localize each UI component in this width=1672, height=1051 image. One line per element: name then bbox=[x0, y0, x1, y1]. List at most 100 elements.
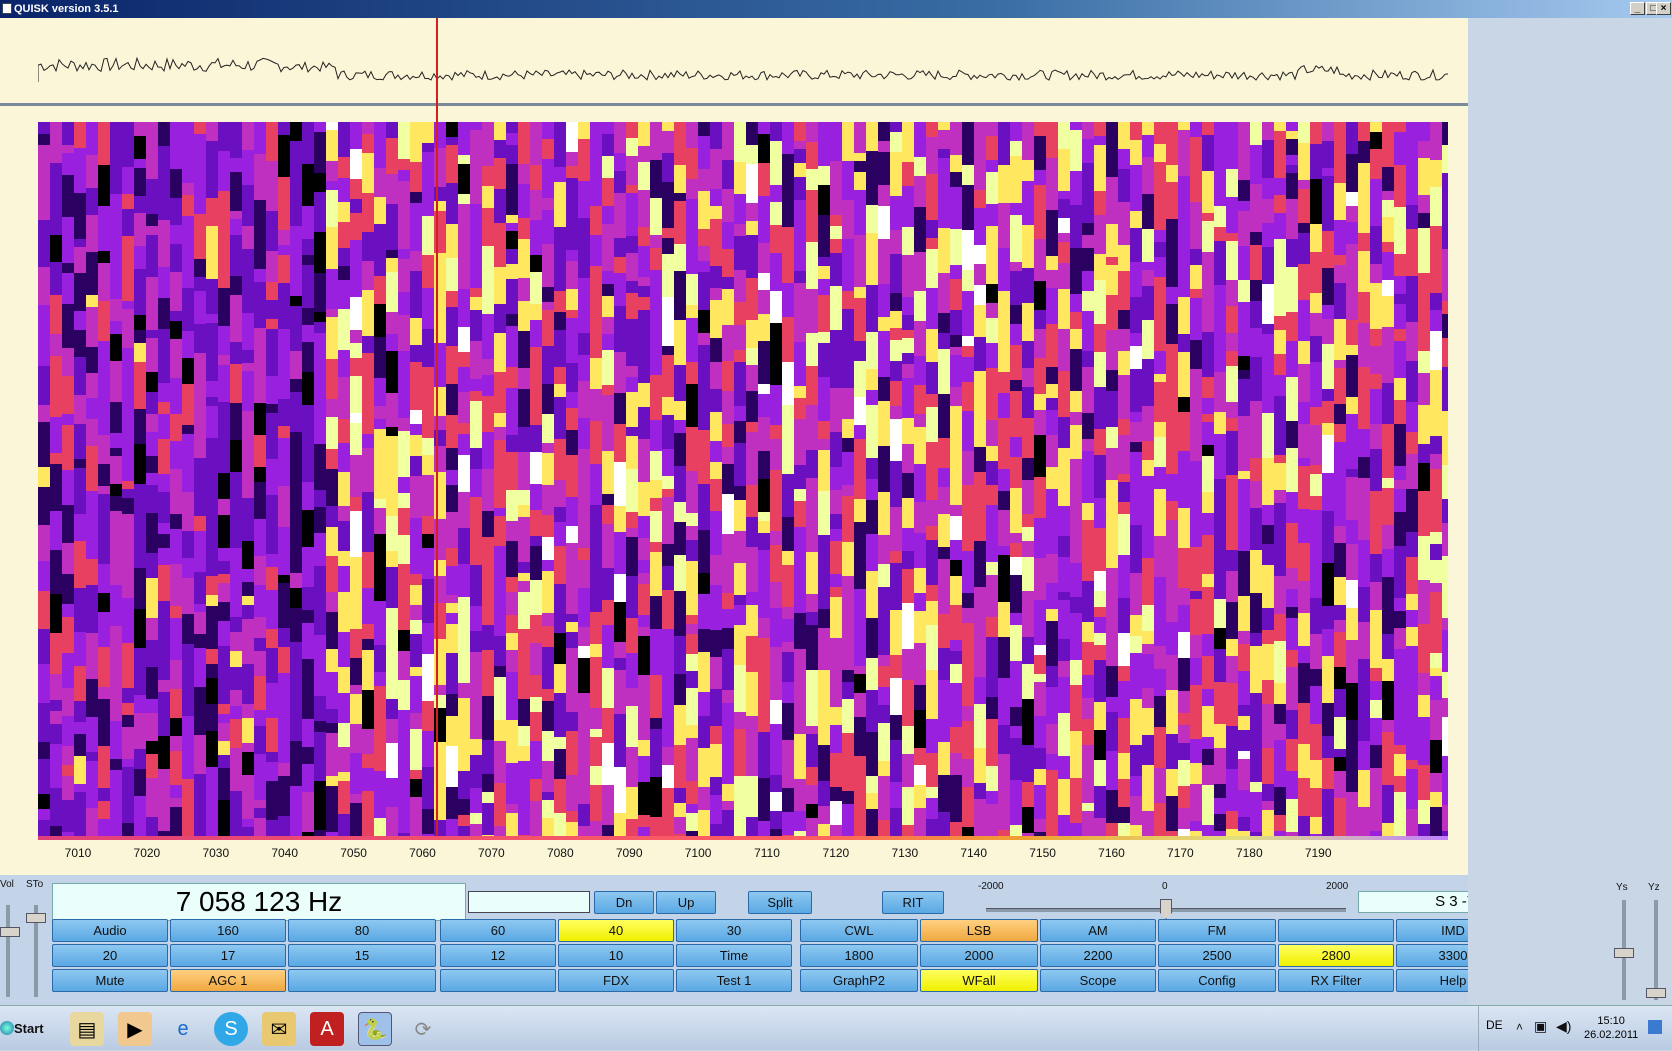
button-agc-1[interactable]: AGC 1 bbox=[170, 969, 286, 992]
button-40[interactable]: 40 bbox=[558, 919, 674, 942]
button-2800[interactable]: 2800 bbox=[1278, 944, 1394, 967]
freq-tick: 7040 bbox=[271, 846, 299, 860]
button-cwl[interactable]: CWL bbox=[800, 919, 918, 942]
start-button[interactable]: Start bbox=[0, 1016, 46, 1042]
button-mute[interactable]: Mute bbox=[52, 969, 168, 992]
spectrum-graph[interactable] bbox=[38, 20, 1448, 102]
rit-slider-thumb[interactable] bbox=[1160, 899, 1172, 919]
button-fm[interactable]: FM bbox=[1158, 919, 1276, 942]
clock-time: 15:10 bbox=[1597, 1015, 1625, 1027]
button-audio[interactable]: Audio bbox=[52, 919, 168, 942]
clock[interactable]: 15:10 26.02.2011 bbox=[1584, 1014, 1638, 1042]
rit-zero-label: 0 bbox=[1162, 881, 1168, 892]
ie-icon[interactable]: e bbox=[166, 1012, 200, 1046]
button-160[interactable]: 160 bbox=[170, 919, 286, 942]
yz-label: Yz bbox=[1648, 882, 1660, 893]
tuning-marker[interactable] bbox=[436, 18, 438, 838]
volume-icon[interactable]: ◀) bbox=[1556, 1018, 1571, 1035]
yz-thumb[interactable] bbox=[1646, 988, 1666, 998]
freq-tick: 7080 bbox=[546, 846, 574, 860]
button-blank-row3-3[interactable] bbox=[440, 969, 556, 992]
waterfall-display[interactable] bbox=[38, 122, 1448, 838]
ys-thumb[interactable] bbox=[1614, 948, 1634, 958]
volume-slider[interactable] bbox=[6, 905, 10, 997]
explorer-icon[interactable]: ▤ bbox=[70, 1012, 104, 1046]
frequency-axis: 7010 7020 7030 7040 7050 7060 7070 7080 7090 7100… bbox=[38, 838, 1448, 866]
python-icon[interactable]: 🐍 bbox=[358, 1012, 392, 1046]
windows-orb-icon bbox=[0, 1021, 14, 1035]
button-17[interactable]: 17 bbox=[170, 944, 286, 967]
spectrum-trace bbox=[38, 56, 1448, 82]
taskbar: Start ▤ ▶ e S ✉ A 🐍 ⟳ DE ˄ ▣ ◀) 15:10 26.… bbox=[0, 1005, 1672, 1051]
freq-tick: 7100 bbox=[684, 846, 712, 860]
freq-tick: 7150 bbox=[1029, 846, 1056, 860]
sidetone-thumb[interactable] bbox=[26, 913, 46, 923]
button-graphp2[interactable]: GraphP2 bbox=[800, 969, 918, 992]
button-rx-filter[interactable]: RX Filter bbox=[1278, 969, 1394, 992]
language-indicator[interactable]: DE bbox=[1486, 1018, 1503, 1032]
freq-tick: 7020 bbox=[133, 846, 161, 860]
app-icon bbox=[2, 3, 12, 14]
freq-tick: 7090 bbox=[615, 846, 643, 860]
button-fdx[interactable]: FDX bbox=[558, 969, 674, 992]
frequency-display: 7 058 123 Hz bbox=[52, 883, 466, 921]
up-button[interactable]: Up bbox=[656, 891, 716, 914]
pdf-reader-icon[interactable]: A bbox=[310, 1012, 344, 1046]
close-button[interactable]: × bbox=[1656, 2, 1671, 15]
tray-expand-icon[interactable]: ˄ bbox=[1516, 1020, 1523, 1034]
freq-tick: 7140 bbox=[960, 846, 988, 860]
freq-tick: 7110 bbox=[754, 846, 780, 860]
mail-icon[interactable]: ✉ bbox=[262, 1012, 296, 1046]
button-80[interactable]: 80 bbox=[288, 919, 436, 942]
app-icon-gray[interactable]: ⟳ bbox=[406, 1012, 440, 1046]
freq-tick: 7190 bbox=[1304, 846, 1332, 860]
rit-button[interactable]: RIT bbox=[882, 891, 944, 914]
rit-max-label: 2000 bbox=[1326, 881, 1349, 892]
freq-tick: 7070 bbox=[478, 846, 505, 860]
button-time[interactable]: Time bbox=[676, 944, 792, 967]
right-pane: Ys Yz bbox=[1468, 18, 1672, 1005]
down-button[interactable]: Dn bbox=[594, 891, 654, 914]
button-blank-row1-10[interactable] bbox=[1278, 919, 1394, 942]
skype-icon[interactable]: S bbox=[214, 1012, 248, 1046]
freq-tick: 7180 bbox=[1235, 846, 1263, 860]
button-60[interactable]: 60 bbox=[440, 919, 556, 942]
button-config[interactable]: Config bbox=[1158, 969, 1276, 992]
button-lsb[interactable]: LSB bbox=[920, 919, 1038, 942]
window-title: QUISK version 3.5.1 bbox=[14, 3, 119, 15]
ys-label: Ys bbox=[1616, 882, 1628, 893]
button-2000[interactable]: 2000 bbox=[920, 944, 1038, 967]
button-15[interactable]: 15 bbox=[288, 944, 436, 967]
control-panel: Vol STo 7 058 123 Hz Dn Up Split RIT -20… bbox=[0, 875, 1604, 1005]
start-label: Start bbox=[14, 1021, 44, 1036]
button-12[interactable]: 12 bbox=[440, 944, 556, 967]
button-scope[interactable]: Scope bbox=[1040, 969, 1156, 992]
button-am[interactable]: AM bbox=[1040, 919, 1156, 942]
freq-tick: 7130 bbox=[891, 846, 919, 860]
button-30[interactable]: 30 bbox=[676, 919, 792, 942]
button-blank-row3-2[interactable] bbox=[288, 969, 436, 992]
freq-tick: 7050 bbox=[340, 846, 367, 860]
rit-min-label: -2000 bbox=[978, 881, 1004, 892]
freq-tick: 7010 bbox=[64, 846, 92, 860]
show-desktop-icon[interactable] bbox=[1648, 1020, 1662, 1034]
system-tray bbox=[1478, 1006, 1672, 1051]
button-test-1[interactable]: Test 1 bbox=[676, 969, 792, 992]
graph-separator bbox=[0, 103, 1468, 106]
network-icon[interactable]: ▣ bbox=[1534, 1018, 1547, 1035]
frequency-entry[interactable] bbox=[468, 891, 590, 913]
freq-tick: 7170 bbox=[1167, 846, 1194, 860]
button-1800[interactable]: 1800 bbox=[800, 944, 918, 967]
yz-slider[interactable] bbox=[1654, 900, 1658, 1000]
media-player-icon[interactable]: ▶ bbox=[118, 1012, 152, 1046]
minimize-button[interactable]: _ bbox=[1630, 2, 1645, 15]
button-2500[interactable]: 2500 bbox=[1158, 944, 1276, 967]
clock-date: 26.02.2011 bbox=[1584, 1029, 1639, 1041]
button-2200[interactable]: 2200 bbox=[1040, 944, 1156, 967]
button-10[interactable]: 10 bbox=[558, 944, 674, 967]
button-wfall[interactable]: WFall bbox=[920, 969, 1038, 992]
button-20[interactable]: 20 bbox=[52, 944, 168, 967]
freq-tick: 7120 bbox=[822, 846, 850, 860]
split-button[interactable]: Split bbox=[748, 891, 812, 914]
volume-thumb[interactable] bbox=[0, 927, 20, 937]
